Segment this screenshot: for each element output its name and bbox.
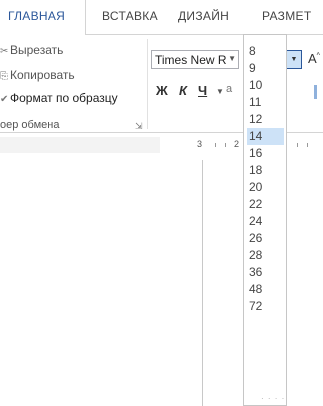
font-size-option[interactable]: 16 [247,145,284,162]
format-painter-label: Формат по образцу [10,91,118,105]
ruler-page-area [160,137,323,153]
clipboard-group-label: оер обмена [0,119,60,131]
italic-button[interactable]: К [179,83,187,98]
ruler-tick [215,143,216,147]
font-size-option[interactable]: 9 [247,60,284,77]
copy-button[interactable]: ⎘ Копировать [0,68,75,82]
font-name-combobox[interactable]: Times New R ▼ [151,50,239,69]
font-size-option[interactable]: 72 [247,298,284,315]
ribbon-tabs: ГЛАВНАЯ ВСТАВКА ДИЗАЙН РАЗМЕТ [0,0,323,35]
dropdown-arrow-icon[interactable]: ▼ [228,54,236,63]
ruler-number: 2 [234,139,240,149]
font-size-option[interactable]: 8 [247,43,284,60]
bold-button[interactable]: Ж [156,83,168,98]
group-divider [147,39,148,129]
resize-grip-icon[interactable]: · · · · [261,394,285,403]
font-size-option[interactable]: 48 [247,281,284,298]
font-size-option[interactable]: 24 [247,213,284,230]
page-margin-line [202,160,203,406]
copy-icon: ⎘ [0,71,8,82]
font-name-value: Times New R [155,53,227,67]
font-size-option[interactable]: 26 [247,230,284,247]
cut-icon: ✂ [0,46,9,57]
dropdown-arrow-icon[interactable]: ▼ [286,51,301,68]
font-size-option[interactable]: 11 [247,94,284,111]
font-size-dropdown-list: 8 9 10 11 12 14 16 18 20 22 24 26 28 36 … [243,34,287,406]
font-size-option[interactable]: 20 [247,179,284,196]
tab-layout[interactable]: РАЗМЕТ [262,9,311,23]
cut-button[interactable]: ✂ Вырезать [0,43,63,57]
dialog-launcher-icon[interactable]: ⇲ [135,121,143,132]
tab-design[interactable]: ДИЗАЙН [178,9,229,23]
format-painter-button[interactable]: ✔ Формат по образцу [0,91,118,105]
font-size-option[interactable]: 36 [247,264,284,281]
font-size-option-highlighted[interactable]: 14 [247,128,284,145]
grow-font-icon[interactable]: A^ [308,51,320,66]
font-size-option[interactable]: 18 [247,162,284,179]
ribbon-edge-mark [314,85,317,99]
underline-dropdown-icon[interactable]: ▼ [216,87,224,96]
underline-button[interactable]: Ч [198,83,207,98]
font-size-option[interactable]: 10 [247,77,284,94]
tab-home[interactable]: ГЛАВНАЯ [8,9,65,23]
ruler-number: 3 [197,139,203,149]
strikethrough-button[interactable]: а [226,83,232,95]
ruler-tick [225,143,226,147]
format-painter-icon: ✔ [0,94,9,105]
tab-insert[interactable]: ВСТАВКА [102,9,158,23]
ruler-tick [307,143,308,147]
copy-label: Копировать [10,68,75,82]
font-size-option[interactable]: 22 [247,196,284,213]
ruler-tick [297,143,298,147]
font-size-option[interactable]: 12 [247,111,284,128]
font-size-option[interactable]: 28 [247,247,284,264]
cut-label: Вырезать [10,43,64,57]
